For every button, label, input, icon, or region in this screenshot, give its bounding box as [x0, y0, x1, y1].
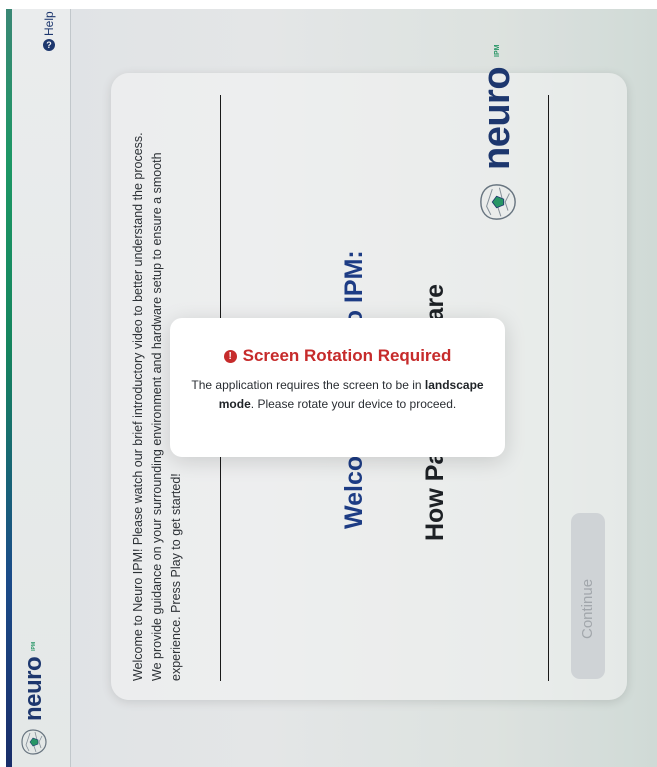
app-screen: ? Help neuro IPM Welcome to Neuro IPM! P… — [6, 9, 657, 767]
modal-title-text: Screen Rotation Required — [242, 346, 452, 365]
modal-message: The application requires the screen to b… — [188, 376, 488, 414]
modal-message-part1: The application requires the screen to b… — [191, 378, 425, 392]
modal-title: ! Screen Rotation Required — [170, 346, 505, 366]
alert-icon: ! — [223, 349, 237, 363]
modal-message-part2: . Please rotate your device to proceed. — [250, 397, 457, 411]
rotation-modal: ! Screen Rotation Required The applicati… — [170, 318, 505, 457]
